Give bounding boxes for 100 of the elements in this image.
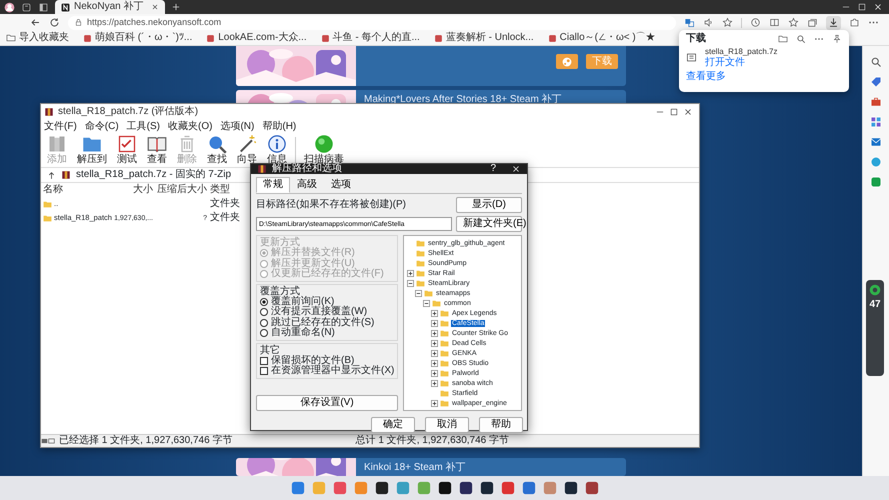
folder-icon[interactable] [778, 34, 788, 44]
column-header[interactable]: 名称 [41, 185, 109, 195]
search-icon[interactable] [796, 34, 806, 44]
bookmark[interactable]: 导入收藏夹 [6, 33, 69, 43]
column-header[interactable]: 类型 [208, 185, 242, 195]
dialog-button[interactable]: 取消 [425, 417, 469, 433]
tab-actions-icon[interactable] [38, 2, 49, 12]
expand-icon[interactable] [431, 340, 438, 346]
gauge-icon [869, 284, 881, 296]
column-header[interactable]: 压缩后大小 [155, 185, 208, 195]
collapse-icon[interactable] [407, 280, 414, 286]
bookmark[interactable]: Ciallo～(∠・ω< )⌒★ [548, 33, 656, 43]
workspaces-icon[interactable] [21, 2, 32, 12]
open-file-link[interactable]: 打开文件 [705, 56, 778, 68]
grid-icon[interactable] [870, 116, 882, 128]
dialog-button[interactable]: 帮助 [479, 417, 523, 433]
radio-button[interactable] [260, 308, 268, 316]
toolbar-button[interactable]: 向导 [235, 134, 259, 165]
status-text: 已经选择 1 文件夹, 1,927,630,746 字节 [59, 436, 232, 446]
clock-icon[interactable] [750, 17, 761, 28]
download-button[interactable] [826, 16, 841, 30]
address-bar[interactable]: https://patches.nekonyansoft.com [68, 16, 676, 30]
app-icon[interactable] [458, 481, 472, 495]
expand-icon[interactable] [431, 370, 438, 376]
new-tab-icon[interactable] [171, 2, 181, 12]
expand-icon[interactable] [431, 380, 438, 386]
puzzle-icon[interactable] [849, 17, 860, 28]
expand-icon[interactable] [431, 400, 438, 406]
radio-button[interactable] [260, 329, 268, 338]
favorites-icon[interactable] [788, 17, 799, 28]
dialog-button[interactable]: 确定 [371, 417, 415, 433]
menu-item[interactable]: 收藏夹(O) [168, 122, 212, 132]
app-icon[interactable] [564, 481, 578, 495]
app-icon[interactable] [374, 481, 388, 495]
close-icon[interactable] [511, 164, 521, 174]
dialog-tab[interactable]: 常规 [256, 177, 290, 193]
menu-item[interactable]: 选项(N) [220, 122, 254, 132]
tag-icon[interactable] [870, 76, 882, 88]
bookmark[interactable]: LookAE.com-大众... [206, 33, 307, 43]
avatar-icon[interactable] [4, 2, 15, 12]
download-icon [828, 17, 839, 28]
menu-item[interactable]: 帮助(H) [262, 122, 296, 132]
up-icon[interactable] [47, 170, 56, 180]
app-icon[interactable] [438, 481, 452, 495]
menu-item[interactable]: 文件(F) [44, 122, 77, 132]
read-aloud-icon[interactable] [703, 17, 714, 28]
radio-button[interactable] [260, 298, 268, 306]
expand-icon[interactable] [431, 310, 438, 316]
dialog-tab[interactable]: 高级 [290, 177, 324, 193]
url-text: https://patches.nekonyansoft.com [87, 18, 222, 27]
close-icon[interactable] [151, 3, 159, 11]
collapse-icon[interactable] [415, 290, 422, 296]
save-settings-button[interactable]: 保存设置(V) [256, 395, 398, 411]
option-label: 仅更新已经存在的文件(F) [271, 269, 384, 280]
briefcase-icon[interactable] [870, 96, 882, 108]
dialog-tab[interactable]: 选项 [324, 177, 358, 193]
toolbar-button[interactable]: 解压到 [75, 134, 109, 165]
radio-button[interactable] [260, 318, 268, 327]
toolbar-button[interactable]: 测试 [115, 134, 139, 165]
menu-item[interactable]: 工具(S) [126, 122, 160, 132]
expand-icon[interactable] [431, 320, 438, 326]
collapse-icon[interactable] [423, 300, 430, 306]
checkbox[interactable] [260, 367, 268, 376]
refresh-icon[interactable] [49, 17, 60, 28]
group-title: 覆盖方式 [260, 286, 300, 296]
side-button[interactable]: 显示(D) [456, 197, 522, 213]
checkbox[interactable] [260, 356, 268, 365]
expand-icon[interactable] [431, 330, 438, 336]
expand-icon[interactable] [431, 350, 438, 356]
bookmark[interactable]: 蓝奏解析 - Unlock... [434, 33, 534, 43]
table-cell-text: 文件夹 [209, 199, 241, 209]
split-screen-icon[interactable] [769, 17, 780, 28]
close-icon[interactable] [873, 2, 883, 12]
toolbar-button[interactable]: 查看 [145, 134, 169, 165]
see-more-link[interactable]: 查看更多 [686, 72, 842, 82]
app-icon[interactable] [480, 481, 494, 495]
mail-icon[interactable] [870, 136, 882, 148]
help-button[interactable]: ? [490, 164, 496, 174]
bookmark[interactable]: 萌娘百科 (´・ω・`)ﾂ... [83, 33, 192, 43]
translate-icon[interactable] [684, 17, 695, 28]
bookmark[interactable]: 斗鱼 - 每个人的直... [320, 33, 420, 43]
maximize-icon[interactable] [669, 107, 679, 117]
favorite-icon[interactable] [722, 17, 733, 28]
field-label: 目标路径(如果不存在将被创建)(P) [256, 200, 406, 210]
expand-icon[interactable] [431, 360, 438, 366]
search-icon[interactable] [870, 56, 882, 68]
window-title: stella_R18_patch.7z (评估版本) [58, 107, 200, 117]
option-label: 没有提示直接覆盖(W) [271, 307, 368, 317]
books-icon [47, 134, 67, 154]
collections-icon[interactable] [807, 17, 818, 28]
close-icon[interactable] [683, 107, 693, 117]
pin-icon[interactable] [832, 34, 842, 44]
expand-icon[interactable] [407, 270, 414, 276]
toolbar-button[interactable]: 查找 [205, 134, 229, 165]
column-header[interactable]: 大小 [109, 185, 155, 195]
panel-title: 下载 [686, 34, 706, 44]
file-icon [686, 52, 697, 64]
menu-item[interactable]: 命令(C) [84, 122, 119, 132]
back-icon[interactable] [30, 17, 41, 28]
browser-tab[interactable]: NekoNyan 补丁 [55, 0, 165, 14]
